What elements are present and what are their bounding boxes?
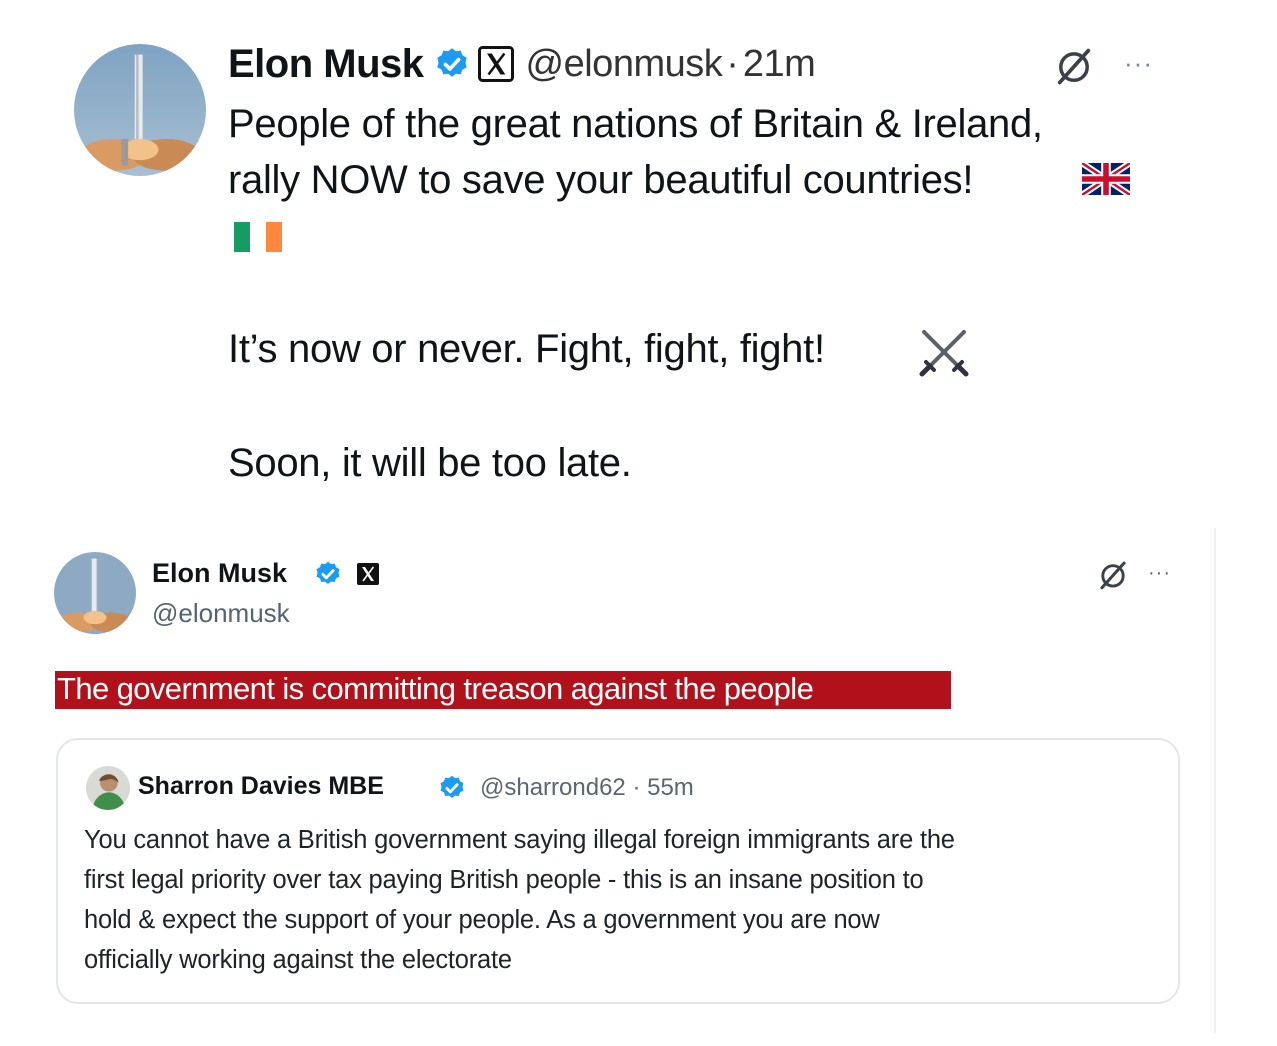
- quoted-text-line: officially working against the electorat…: [84, 946, 512, 974]
- author-handle[interactable]: @elonmusk: [526, 43, 723, 86]
- x-affiliation-icon: [477, 46, 514, 82]
- verified-badge-icon: [438, 774, 466, 802]
- author-avatar[interactable]: [74, 44, 206, 176]
- more-options-icon[interactable]: ···: [1124, 48, 1153, 79]
- quoted-text-line: hold & expect the support of your people…: [84, 906, 880, 934]
- quoted-handle-time[interactable]: @sharrond62 · 55m: [480, 774, 694, 802]
- timestamp[interactable]: 21m: [743, 43, 816, 86]
- tweet-text-line: rally NOW to save your beautiful countri…: [228, 158, 974, 202]
- tweet-header: Elon Musk @elonmusk · 21m: [228, 38, 816, 90]
- tweet-text-line: It’s now or never. Fight, fight, fight!: [228, 327, 825, 371]
- panel-divider: [1214, 528, 1216, 1033]
- x-affiliation-icon: [356, 562, 380, 586]
- ireland-flag-icon: [234, 222, 282, 252]
- quoted-author-avatar[interactable]: [86, 766, 130, 810]
- tweet-text: The government is committing treason aga…: [57, 671, 814, 706]
- more-options-icon[interactable]: ···: [1148, 562, 1171, 585]
- quoted-author-name[interactable]: Sharron Davies MBE: [138, 772, 384, 801]
- tweet-text-line: People of the great nations of Britain &…: [228, 102, 1043, 146]
- author-avatar[interactable]: [54, 552, 136, 634]
- author-handle[interactable]: @elonmusk: [152, 598, 290, 629]
- tweet-text-line: Soon, it will be too late.: [228, 441, 632, 485]
- verified-badge-icon: [434, 46, 470, 82]
- grok-icon[interactable]: [1052, 44, 1096, 88]
- uk-flag-icon: [1080, 160, 1132, 198]
- separator-dot: ·: [726, 42, 739, 85]
- author-name[interactable]: Elon Musk: [152, 558, 287, 589]
- verified-badge-icon: [314, 560, 342, 588]
- quoted-text-line: first legal priority over tax paying Bri…: [84, 866, 924, 894]
- author-name[interactable]: Elon Musk: [228, 42, 424, 87]
- grok-icon[interactable]: [1096, 558, 1130, 592]
- crossed-swords-icon: [918, 326, 970, 378]
- quoted-text-line: You cannot have a British government say…: [84, 826, 955, 854]
